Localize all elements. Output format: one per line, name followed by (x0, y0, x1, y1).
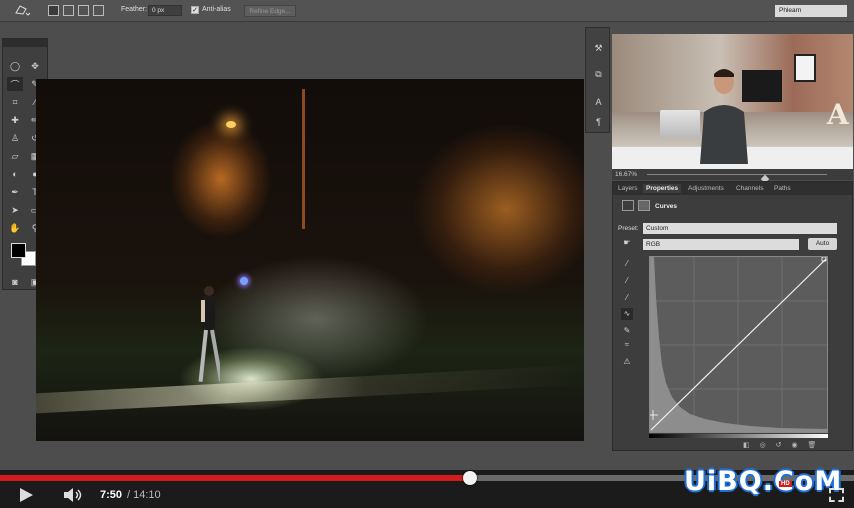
add-selection-mode-button[interactable] (63, 5, 74, 16)
healing-brush-tool-icon[interactable]: ✚ (7, 113, 23, 127)
preset-select[interactable]: Custom (643, 223, 837, 234)
instructor-video-inset: A (612, 34, 853, 169)
feather-label: Feather: (121, 6, 148, 13)
clone-source-icon[interactable]: ⧉ (592, 68, 605, 80)
on-image-adjust-icon[interactable]: ☛ (621, 237, 633, 249)
panel-tabs: Layers Properties Adjustments Channels P… (613, 182, 852, 195)
crop-tool-icon[interactable]: ⌗ (7, 95, 23, 109)
lens-flare (240, 277, 248, 285)
panel-title: Curves (655, 203, 678, 210)
brush-presets-icon[interactable]: ⚒ (592, 42, 605, 54)
black-point-eyedropper-icon[interactable]: ⁄ (621, 258, 633, 270)
toolbox-header[interactable] (3, 39, 47, 47)
paragraph-panel-icon[interactable]: ¶ (592, 116, 605, 128)
clipping-warning-icon[interactable]: ⚠ (621, 356, 633, 368)
street-lamp (226, 121, 236, 128)
zoom-level: 16.67% (615, 171, 638, 178)
intersect-selection-mode-button[interactable] (93, 5, 104, 16)
view-previous-icon[interactable]: ◎ (760, 442, 766, 449)
site-watermark: UiBQ.CoM (684, 466, 843, 497)
output-gradient-bar (649, 434, 828, 438)
lasso-tool-icon[interactable]: ⌒ (7, 77, 23, 91)
refine-edge-button[interactable]: Refine Edge... (244, 5, 296, 17)
blur-tool-icon[interactable]: ◐ (7, 167, 23, 181)
zoom-slider[interactable] (647, 174, 827, 184)
foreground-color-swatch[interactable] (11, 243, 26, 258)
clone-stamp-tool-icon[interactable]: ♙ (7, 131, 23, 145)
channel-select[interactable]: RGB (643, 239, 799, 250)
clip-to-layer-icon[interactable]: ◧ (743, 442, 750, 449)
current-time: 7:50 (100, 489, 123, 501)
curves-adjustment-icon[interactable] (622, 200, 634, 211)
tab-adjustments[interactable]: Adjustments (685, 184, 727, 193)
workspace-select[interactable]: Phlearn (775, 5, 847, 17)
feather-input[interactable]: 0 px (148, 5, 182, 16)
polygonal-lasso-icon[interactable] (14, 4, 30, 18)
antialias-label: Anti-alias (202, 6, 231, 13)
character-panel-icon[interactable]: A (592, 96, 605, 108)
eraser-tool-icon[interactable]: ▱ (7, 149, 23, 163)
hd-badge[interactable]: HD (779, 481, 792, 487)
preset-label: Preset: (618, 225, 639, 232)
properties-panel: Layers Properties Adjustments Channels P… (612, 181, 853, 451)
gray-point-eyedropper-icon[interactable]: ⁄ (621, 275, 633, 287)
volume-icon[interactable] (62, 487, 84, 503)
document-canvas[interactable] (36, 79, 584, 441)
visibility-icon[interactable]: ◉ (791, 442, 797, 449)
white-point-eyedropper-icon[interactable]: ⁄ (621, 292, 633, 304)
street-light-pole (302, 89, 305, 229)
panel-dock-strip: ⚒ ⧉ A ¶ (585, 27, 610, 133)
auto-button[interactable]: Auto (808, 238, 837, 250)
total-time: / 14:10 (127, 489, 161, 501)
new-selection-mode-button[interactable] (48, 5, 59, 16)
quick-mask-icon[interactable]: ◙ (7, 275, 23, 289)
picture-frame (794, 54, 816, 82)
options-bar: Feather: 0 px ✓ Anti-alias Refine Edge..… (0, 0, 854, 22)
path-selection-tool-icon[interactable]: ➤ (7, 203, 23, 217)
pencil-draw-icon[interactable]: ✎ (621, 325, 633, 337)
tab-paths[interactable]: Paths (771, 184, 794, 193)
marquee-tool-icon[interactable]: ◯ (7, 59, 23, 73)
tab-properties[interactable]: Properties (643, 184, 682, 193)
laptop (660, 110, 700, 138)
layer-mask-icon[interactable] (638, 200, 650, 211)
video-zoom-bar: 16.67% (612, 169, 853, 184)
reset-icon[interactable]: ↺ (776, 442, 782, 449)
instructor (700, 69, 748, 164)
panel-footer-icons: ◧ ◎ ↺ ◉ 🗑 (743, 441, 843, 450)
decor-letter: A (827, 98, 849, 131)
smooth-curve-icon[interactable]: ≈ (621, 339, 633, 351)
trash-icon[interactable]: 🗑 (808, 442, 817, 449)
curve-point-tool-icon[interactable]: ∿ (621, 308, 633, 320)
antialias-checkbox[interactable]: ✓ (191, 6, 199, 14)
tab-channels[interactable]: Channels (733, 184, 766, 193)
subtract-selection-mode-button[interactable] (78, 5, 89, 16)
fullscreen-icon[interactable] (829, 488, 844, 502)
screen: Feather: 0 px ✓ Anti-alias Refine Edge..… (0, 0, 854, 508)
pen-tool-icon[interactable]: ✒ (7, 185, 23, 199)
move-tool-icon[interactable]: ✥ (27, 59, 43, 73)
progress-scrubber[interactable] (462, 471, 477, 485)
standing-man (198, 286, 220, 382)
lit-path (36, 364, 584, 414)
hand-tool-icon[interactable]: ✋ (7, 221, 23, 235)
progress-fill (0, 475, 470, 481)
curves-histogram (650, 257, 827, 432)
tab-layers[interactable]: Layers (615, 184, 641, 193)
play-icon[interactable] (20, 488, 33, 502)
curves-graph[interactable] (649, 256, 828, 433)
